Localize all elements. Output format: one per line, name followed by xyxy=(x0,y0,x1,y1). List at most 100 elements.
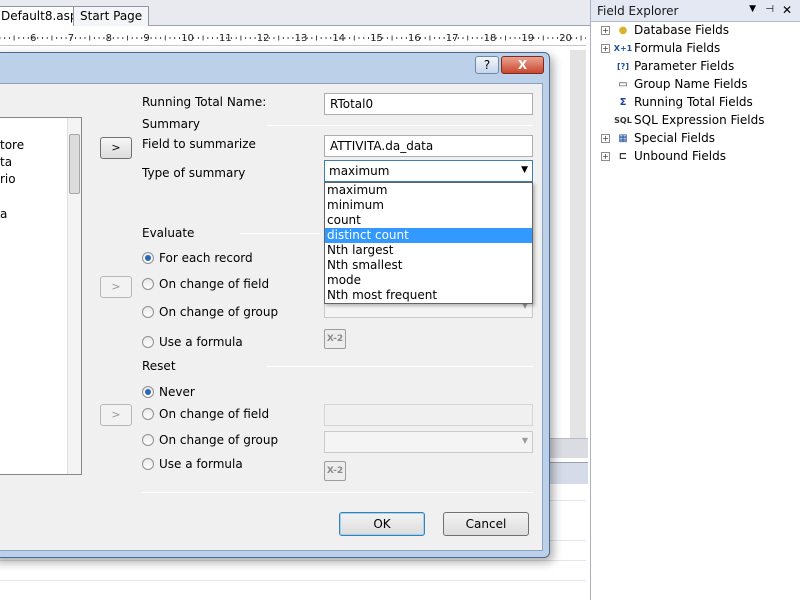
reset-group-combo[interactable]: ▼ xyxy=(324,431,533,453)
special-icon: ▦ xyxy=(618,132,628,144)
grid-line xyxy=(0,580,586,581)
ruler-number: 9 xyxy=(143,33,150,44)
tree-item-parameter-fields[interactable]: [?] Parameter Fields xyxy=(601,57,734,75)
radio-indicator[interactable] xyxy=(142,306,154,318)
tree-item-sql-expression-fields[interactable]: SQL SQL Expression Fields xyxy=(601,111,764,129)
ruler-number: 12 xyxy=(256,33,270,44)
expand-icon[interactable]: + xyxy=(601,133,610,143)
close-icon[interactable]: ✕ xyxy=(782,3,792,17)
ok-button[interactable]: OK xyxy=(339,512,425,536)
tree-item-unbound-fields[interactable]: + ⊏ Unbound Fields xyxy=(601,147,726,165)
radio-indicator[interactable] xyxy=(142,386,154,398)
tree-item-label: Parameter Fields xyxy=(634,59,735,73)
list-item[interactable]: ta xyxy=(0,155,12,171)
summary-option[interactable]: mode xyxy=(325,273,532,288)
add-evaluate-field-button[interactable]: > xyxy=(100,276,132,298)
tree-item-group-name-fields[interactable]: ▭ Group Name Fields xyxy=(601,75,748,93)
reset-use-formula-radio[interactable]: Use a formula xyxy=(142,457,243,471)
field-to-summarize-label: Field to summarize xyxy=(142,137,256,151)
ruler-number: 13 xyxy=(294,33,308,44)
section-splitter xyxy=(548,438,588,458)
add-field-to-summarize-button[interactable]: > xyxy=(100,137,132,159)
formula-icon: X+1 xyxy=(613,43,633,53)
radio-label: On change of field xyxy=(159,277,270,291)
panel-menu-icon[interactable]: ▼ xyxy=(749,4,756,14)
dialog-titlebar: ? X xyxy=(0,53,549,83)
ruler-number: 11 xyxy=(219,33,232,44)
expand-icon[interactable]: + xyxy=(601,43,610,53)
ruler-number: 6 xyxy=(30,33,37,44)
tree-item-formula-fields[interactable]: + X+1 Formula Fields xyxy=(601,39,720,57)
pin-icon[interactable]: ⊣ xyxy=(765,4,774,15)
ruler-number: 18 xyxy=(483,33,497,44)
ruler-ticks xyxy=(0,35,586,41)
running-total-dialog: ? X tore ta rio a > > > Running Total Na… xyxy=(0,52,550,558)
expand-icon[interactable]: + xyxy=(601,151,610,161)
evaluate-on-change-of-group-radio[interactable]: On change of group xyxy=(142,305,278,319)
reset-on-change-of-group-radio[interactable]: On change of group xyxy=(142,433,278,447)
field-to-summarize-input[interactable]: ATTIVITA.da_data xyxy=(324,135,533,157)
summary-option[interactable]: minimum xyxy=(325,198,532,213)
summary-option[interactable]: distinct count xyxy=(325,228,532,243)
list-item[interactable]: rio xyxy=(0,172,16,188)
ruler-number: 8 xyxy=(105,33,112,44)
list-item[interactable]: a xyxy=(0,207,7,223)
tree-item-label: SQL Expression Fields xyxy=(634,113,765,127)
reset-never-radio[interactable]: Never xyxy=(142,385,195,399)
field-explorer-title: Field Explorer xyxy=(597,4,679,18)
radio-indicator[interactable] xyxy=(142,252,154,264)
available-fields-list[interactable]: tore ta rio a xyxy=(0,117,82,475)
evaluate-separator xyxy=(240,233,320,234)
chevron-down-icon[interactable]: ▼ xyxy=(521,165,528,175)
summary-option[interactable]: Nth largest xyxy=(325,243,532,258)
evaluate-for-each-record-radio[interactable]: For each record xyxy=(142,251,253,265)
radio-indicator[interactable] xyxy=(142,408,154,420)
tab-start-page[interactable]: Start Page xyxy=(73,6,150,26)
radio-indicator[interactable] xyxy=(142,278,154,290)
evaluate-on-change-of-field-radio[interactable]: On change of field xyxy=(142,277,269,291)
running-total-name-label: Running Total Name: xyxy=(142,95,267,109)
summary-option[interactable]: Nth most frequent xyxy=(325,288,532,303)
ruler-number: 15 xyxy=(370,33,383,44)
field-explorer-panel: Field Explorer ▼ ⊣ ✕ + ● Database Fields + X… xyxy=(590,0,800,600)
tree-item-label: Group Name Fields xyxy=(634,77,748,91)
ruler-number: 19 xyxy=(521,33,535,44)
summary-option[interactable]: maximum xyxy=(325,183,532,198)
reset-on-change-of-field-radio[interactable]: On change of field xyxy=(142,407,269,421)
designer-scrollbar[interactable] xyxy=(570,50,586,440)
sql-icon: SQL xyxy=(614,115,632,125)
radio-indicator[interactable] xyxy=(142,434,154,446)
reset-separator xyxy=(267,366,533,367)
reset-field-input[interactable] xyxy=(324,404,533,426)
radio-label: On change of group xyxy=(159,433,279,447)
evaluate-use-formula-radio[interactable]: Use a formula xyxy=(142,335,243,349)
footer-separator xyxy=(142,492,533,493)
summary-option[interactable]: Nth smallest xyxy=(325,258,532,273)
expand-icon[interactable]: + xyxy=(601,25,610,35)
scroll-thumb[interactable] xyxy=(69,134,80,194)
radio-indicator[interactable] xyxy=(142,336,154,348)
type-of-summary-label: Type of summary xyxy=(142,166,246,180)
parameter-icon: [?] xyxy=(617,61,629,71)
type-of-summary-value: maximum xyxy=(329,164,390,178)
tree-item-special-fields[interactable]: + ▦ Special Fields xyxy=(601,129,715,147)
close-button[interactable]: X xyxy=(501,56,544,74)
running-total-name-input[interactable]: RTotal0 xyxy=(324,93,533,115)
reset-formula-button[interactable]: X-2 xyxy=(324,461,346,481)
radio-label: Never xyxy=(159,385,195,399)
evaluate-formula-button[interactable]: X-2 xyxy=(324,329,346,349)
type-of-summary-combo[interactable]: maximum ▼ xyxy=(324,160,533,182)
radio-label: For each record xyxy=(159,251,253,265)
summary-section-label: Summary xyxy=(142,117,200,131)
radio-label: On change of field xyxy=(159,407,270,421)
cancel-button[interactable]: Cancel xyxy=(443,512,529,536)
tree-item-database-fields[interactable]: + ● Database Fields xyxy=(601,21,729,39)
list-item[interactable]: tore xyxy=(0,138,24,154)
tree-item-running-total-fields[interactable]: Σ Running Total Fields xyxy=(601,93,753,111)
summary-option[interactable]: count xyxy=(325,213,532,228)
radio-indicator[interactable] xyxy=(142,458,154,470)
list-scrollbar[interactable] xyxy=(67,118,81,474)
summary-dropdown-list[interactable]: maximum minimum count distinct count Nth lar… xyxy=(324,182,533,304)
add-reset-field-button[interactable]: > xyxy=(100,404,132,426)
help-button[interactable]: ? xyxy=(475,56,499,74)
